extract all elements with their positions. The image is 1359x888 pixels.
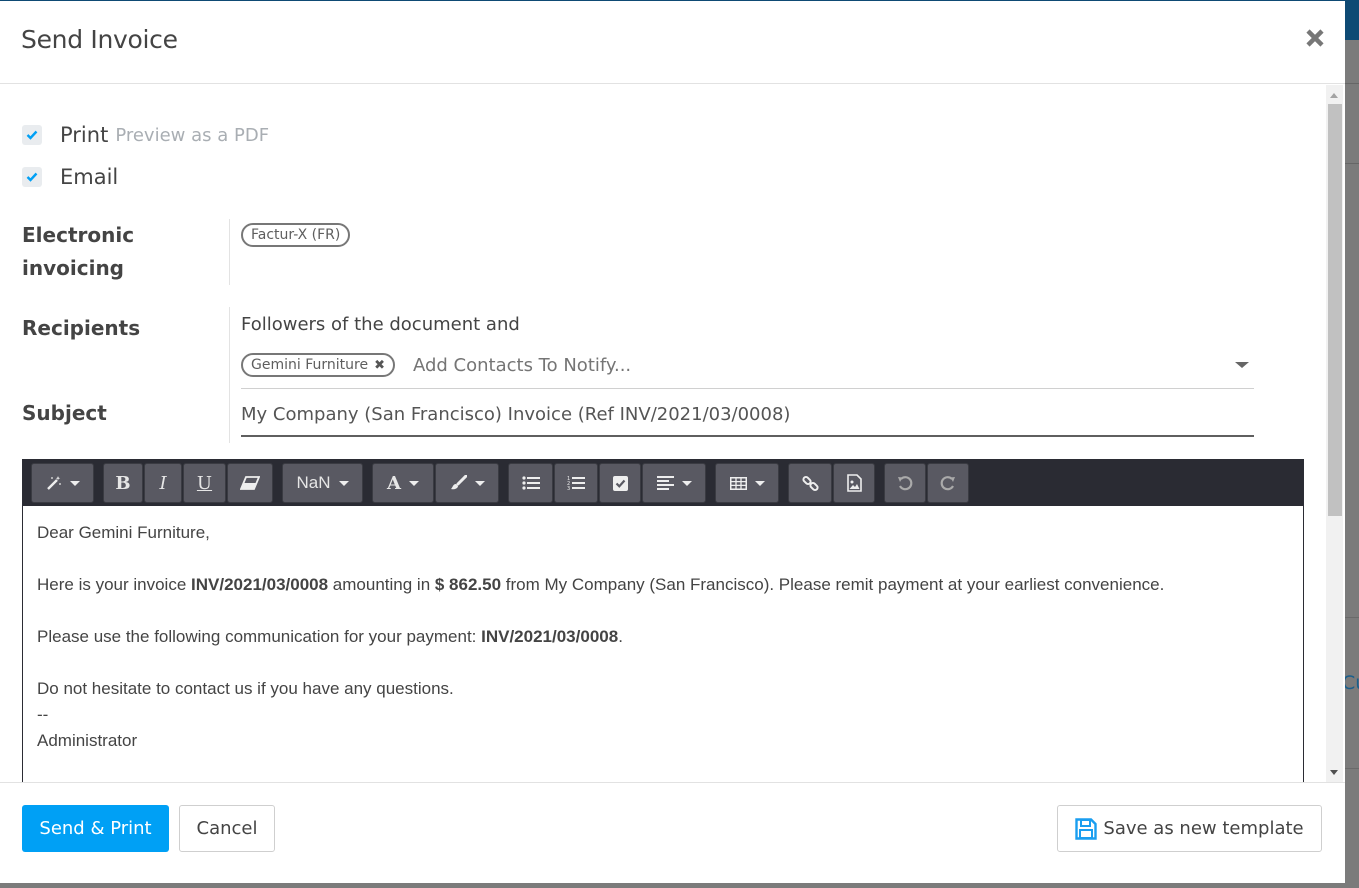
print-label: Print xyxy=(60,123,109,147)
font-size-dropdown[interactable]: NaN xyxy=(282,463,363,503)
email-body-editor[interactable]: Dear Gemini Furniture, Here is your invo… xyxy=(23,506,1303,782)
scroll-down-arrow-icon[interactable] xyxy=(1330,770,1338,775)
background-divider xyxy=(1345,83,1359,84)
body-invoice-line: Here is your invoice INV/2021/03/0008 am… xyxy=(37,575,1165,594)
bold-button[interactable]: B xyxy=(103,463,143,503)
redo-button[interactable] xyxy=(927,463,969,503)
underline-button[interactable]: U xyxy=(183,463,226,503)
align-left-icon xyxy=(656,476,674,490)
table-dropdown[interactable] xyxy=(715,463,779,503)
subject-label: Subject xyxy=(22,401,107,425)
html-editor: B I U NaN A 1 2 3 Dear Gemini Furniture,… xyxy=(22,459,1304,782)
electronic-invoicing-label-line2: invoicing xyxy=(22,256,124,280)
style-dropdown-button[interactable] xyxy=(31,463,94,503)
style-group xyxy=(31,463,95,503)
field-divider xyxy=(229,219,230,285)
dialog-footer: Send & Print Cancel Save as new template xyxy=(0,782,1345,883)
close-icon xyxy=(1306,29,1324,47)
checkmark-icon xyxy=(26,130,38,140)
bulleted-list-icon xyxy=(521,476,540,490)
magic-wand-icon xyxy=(46,476,61,490)
edi-format-tag[interactable]: Factur-X (FR) xyxy=(241,223,351,247)
paragraph-group: 1 2 3 xyxy=(508,463,707,503)
send-invoice-dialog: Send Invoice Print Preview as a PDF Emai… xyxy=(0,1,1345,883)
dropdown-caret-icon[interactable] xyxy=(1235,362,1249,368)
table-icon xyxy=(729,476,747,490)
payment-reference: INV/2021/03/0008 xyxy=(481,627,619,646)
electronic-invoicing-label-line1: Electronic xyxy=(22,223,135,247)
undo-icon xyxy=(898,476,913,491)
font-size-value: NaN xyxy=(296,473,331,492)
floppy-disk-icon xyxy=(1075,817,1098,840)
dialog-body: Print Preview as a PDF Email Electronic … xyxy=(0,85,1345,782)
background-divider xyxy=(1345,617,1359,618)
redo-icon xyxy=(940,476,955,491)
numbered-list-icon: 1 2 3 xyxy=(567,476,585,491)
background-divider xyxy=(1345,768,1359,769)
recipients-label: Recipients xyxy=(22,316,141,340)
link-icon xyxy=(801,475,819,491)
print-checkbox[interactable] xyxy=(22,125,42,145)
insert-group xyxy=(788,463,876,503)
link-button[interactable] xyxy=(788,463,832,503)
font-size-group: NaN xyxy=(282,463,364,503)
svg-text:3: 3 xyxy=(567,486,570,491)
image-button[interactable] xyxy=(833,463,875,503)
color-group: A xyxy=(372,463,500,503)
font-color-icon: A xyxy=(387,472,401,494)
electronic-invoicing-label: Electronic invoicing xyxy=(22,219,134,285)
field-divider xyxy=(229,307,230,443)
align-dropdown[interactable] xyxy=(642,463,706,503)
add-contacts-input[interactable] xyxy=(410,353,1254,377)
numbered-list-button[interactable]: 1 2 3 xyxy=(554,463,598,503)
edi-format-tags: Factur-X (FR) xyxy=(241,223,351,247)
body-payment-line: Please use the following communication f… xyxy=(37,627,623,646)
remove-tag-icon[interactable]: ✖ xyxy=(374,358,385,373)
email-checkbox[interactable] xyxy=(22,167,42,187)
invoice-amount: $ 862.50 xyxy=(434,575,502,594)
recipients-prefix: Followers of the document and xyxy=(241,314,520,335)
close-button[interactable] xyxy=(1302,25,1328,51)
bulleted-list-button[interactable] xyxy=(508,463,553,503)
undo-button[interactable] xyxy=(884,463,926,503)
eraser-icon xyxy=(240,476,260,490)
edi-format-tag-label: Factur-X (FR) xyxy=(251,227,341,243)
recipient-tag: Gemini Furniture ✖ xyxy=(241,353,395,377)
print-hint: Preview as a PDF xyxy=(115,124,270,146)
dialog-header: Send Invoice xyxy=(0,1,1345,84)
checklist-button[interactable] xyxy=(599,463,641,503)
background-divider xyxy=(1345,163,1359,164)
italic-button[interactable]: I xyxy=(144,463,182,503)
save-template-label: Save as new template xyxy=(1103,818,1304,839)
editor-toolbar: B I U NaN A 1 2 3 xyxy=(23,460,1303,506)
paint-brush-icon xyxy=(451,475,467,490)
send-print-button[interactable]: Send & Print xyxy=(22,805,169,852)
body-greeting: Dear Gemini Furniture, xyxy=(37,523,210,542)
recipient-tag-label: Gemini Furniture xyxy=(251,357,369,373)
signature: Administrator xyxy=(37,731,138,750)
cancel-button[interactable]: Cancel xyxy=(179,805,275,852)
scroll-up-arrow-icon[interactable] xyxy=(1330,93,1338,98)
recipients-field[interactable]: Gemini Furniture ✖ xyxy=(241,342,1254,389)
signature-separator: -- xyxy=(37,705,49,724)
checkmark-icon xyxy=(26,172,38,182)
image-icon xyxy=(846,474,862,492)
body-contact-line: Do not hesitate to contact us if you hav… xyxy=(37,679,454,698)
font-style-group: B I U xyxy=(103,463,274,503)
history-group xyxy=(884,463,970,503)
table-group xyxy=(715,463,780,503)
body-scrollbar[interactable] xyxy=(1326,85,1343,782)
font-color-dropdown[interactable]: A xyxy=(372,463,434,503)
email-label: Email xyxy=(60,165,119,189)
remove-format-button[interactable] xyxy=(227,463,273,503)
checklist-icon xyxy=(612,475,628,491)
dialog-title: Send Invoice xyxy=(21,25,178,54)
background-color-dropdown[interactable] xyxy=(435,463,499,503)
invoice-reference: INV/2021/03/0008 xyxy=(191,575,329,594)
subject-input[interactable] xyxy=(241,393,1254,437)
email-option: Email xyxy=(22,165,118,189)
scrollbar-thumb[interactable] xyxy=(1328,104,1342,516)
save-template-button[interactable]: Save as new template xyxy=(1057,805,1322,852)
print-option: Print Preview as a PDF xyxy=(22,123,269,147)
